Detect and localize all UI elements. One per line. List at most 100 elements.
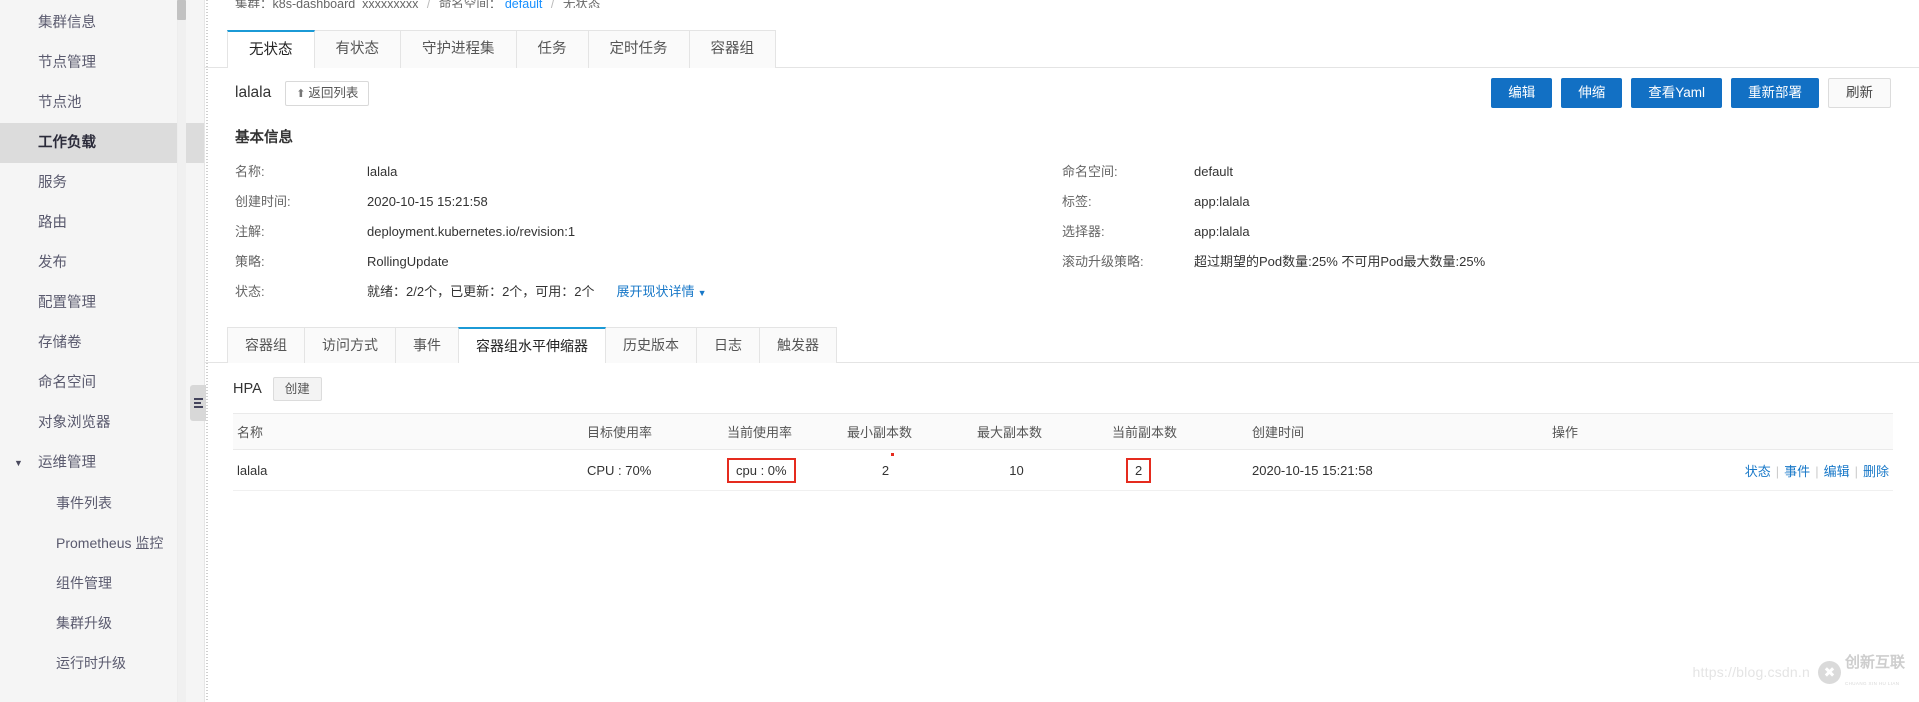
basic-info-left-label-1: 创建时间: — [235, 194, 291, 209]
tab-detail-3[interactable]: 容器组水平伸缩器 — [458, 327, 606, 363]
basic-info-right-value-2: app:lalala — [1194, 224, 1250, 240]
cell-create-time: 2020-10-15 15:21:58 — [1248, 449, 1548, 491]
tab-workload-type-5[interactable]: 容器组 — [688, 30, 776, 68]
detail-actions: 编辑 伸缩 查看Yaml 重新部署 刷新 — [1491, 78, 1891, 108]
column-header-current-usage[interactable]: 当前使用率 — [723, 413, 843, 450]
basic-info-left-row-2: 注解: deployment.kubernetes.io/revision:1 — [235, 224, 1062, 240]
basic-info-left-expand-link-4[interactable]: 展开现状详情 — [617, 284, 695, 299]
sidebar-item-label: 集群信息 — [38, 15, 96, 31]
sidebar-item-0[interactable]: 集群信息 — [0, 3, 204, 43]
breadcrumb-namespace-value[interactable]: default — [505, 0, 543, 8]
operation-link-2[interactable]: 编辑 — [1824, 464, 1850, 479]
sidebar-scrollbar-track[interactable] — [177, 0, 186, 702]
tab-detail-1[interactable]: 访问方式 — [304, 327, 396, 363]
operation-link-1[interactable]: 事件 — [1784, 464, 1810, 479]
breadcrumb-cluster[interactable]: 集群：k8s-dashboard_xxxxxxxxx — [235, 0, 418, 8]
action-button-3[interactable]: 重新部署 — [1731, 78, 1819, 108]
cell-current-replicas: 2 — [1108, 449, 1248, 491]
column-header-target-usage[interactable]: 目标使用率 — [583, 413, 723, 450]
create-hpa-button[interactable]: 创建 — [272, 377, 322, 401]
cell-max-replicas-text: 10 — [1009, 462, 1024, 478]
tab-detail-4[interactable]: 历史版本 — [605, 327, 697, 363]
sidebar-item-8[interactable]: 存储卷 — [0, 323, 204, 363]
sidebar-item-label: 事件列表 — [56, 495, 112, 511]
tab-detail-2[interactable]: 事件 — [395, 327, 459, 363]
sidebar-item-2[interactable]: 节点池 — [0, 83, 204, 123]
column-header-create-time[interactable]: 创建时间 — [1248, 413, 1548, 450]
basic-info-right-column: 命名空间: default 标签: app:lalala 选择器: app:lalala 滚… — [1062, 164, 1889, 315]
basic-info-right-row-3: 滚动升级策略: 超过期望的Pod数量:25% 不可用Pod最大数量:25% — [1062, 254, 1889, 270]
sidebar-item-7[interactable]: 配置管理 — [0, 283, 204, 323]
tab-workload-type-3[interactable]: 任务 — [515, 30, 589, 68]
sidebar-subitem-14[interactable]: 组件管理 — [0, 563, 204, 603]
operation-link-3[interactable]: 删除 — [1863, 464, 1889, 479]
basic-info-left-value-text-4: 就绪：2/2个，已更新：2个，可用：2个 — [367, 284, 595, 299]
tab-workload-type-4[interactable]: 定时任务 — [587, 30, 690, 68]
cell-operations: 状态 | 事件 | 编辑 | 删除 — [1548, 449, 1893, 491]
action-button-1[interactable]: 伸缩 — [1561, 78, 1623, 108]
operation-divider: | — [1854, 463, 1858, 479]
table-row[interactable]: lalala CPU : 70% cpu : 0% 2 10 2 2020-10-15 15… — [233, 449, 1893, 491]
breadcrumb-separator: / — [426, 0, 431, 8]
column-header-name[interactable]: 名称 — [233, 413, 583, 450]
action-button-0[interactable]: 编辑 — [1491, 78, 1553, 108]
back-to-list-button[interactable]: ⬆ 返回列表 — [285, 80, 370, 106]
chevron-down-icon[interactable]: ▼ — [698, 288, 707, 298]
tab-workload-type-1[interactable]: 有状态 — [313, 30, 401, 68]
basic-info-grid: 名称: lalala 创建时间: 2020-10-15 15:21:58 注解: depl… — [235, 164, 1889, 315]
sidebar-collapse-handle[interactable] — [190, 385, 206, 421]
sidebar-divider-dots — [206, 0, 208, 702]
basic-info-left-value-text-2: deployment.kubernetes.io/revision:1 — [367, 224, 576, 239]
sidebar-item-11[interactable]: ▼ 运维管理 — [0, 443, 204, 483]
sidebar-item-1[interactable]: 节点管理 — [0, 43, 204, 83]
basic-info-right-value-text-1: app:lalala — [1194, 194, 1250, 209]
cell-current-replicas-text: 2 — [1135, 462, 1143, 478]
sidebar-subitem-12[interactable]: 事件列表 — [0, 483, 204, 523]
sidebar-item-3[interactable]: 工作负载 — [0, 123, 204, 163]
basic-info-right-row-2: 选择器: app:lalala — [1062, 224, 1889, 240]
sidebar: 集群信息节点管理 节点池工作负载服务 路由 发布配置管理存储卷 命名空间 对象浏览器 ▼ 运维… — [0, 0, 205, 702]
breadcrumb-namespace-label: 命名空间： — [438, 0, 502, 8]
sidebar-item-6[interactable]: 发布 — [0, 243, 204, 283]
tab-detail-0[interactable]: 容器组 — [227, 327, 305, 363]
basic-info-left-value-0: lalala — [367, 164, 397, 180]
basic-info-right-value-text-0: default — [1194, 164, 1234, 179]
sidebar-subitem-16[interactable]: 运行时升级 — [0, 643, 204, 683]
tab-detail-5[interactable]: 日志 — [696, 327, 760, 363]
operation-link-0[interactable]: 状态 — [1745, 464, 1771, 479]
tab-workload-type-0[interactable]: 无状态 — [227, 30, 315, 68]
cell-name-text: lalala — [237, 462, 268, 478]
operation-divider: | — [1775, 463, 1780, 479]
column-header-max-replicas[interactable]: 最大副本数 — [973, 413, 1108, 450]
sidebar-scrollbar-thumb[interactable] — [177, 0, 186, 20]
basic-info-left-value-1: 2020-10-15 15:21:58 — [367, 194, 488, 210]
sidebar-item-label: 配置管理 — [38, 295, 96, 311]
basic-info-left-value-2: deployment.kubernetes.io/revision:1 — [367, 224, 575, 240]
sidebar-item-5[interactable]: 路由 — [0, 203, 204, 243]
sidebar-subitem-13[interactable]: Prometheus 监控 — [0, 523, 204, 563]
cell-current-usage-text: cpu : 0% — [736, 462, 787, 478]
column-header-min-replicas[interactable]: 最小副本数 — [843, 413, 973, 450]
tab-workload-type-2[interactable]: 守护进程集 — [400, 30, 517, 68]
operation-divider: | — [1815, 463, 1819, 479]
workload-type-tabs: 无状态 有状态 守护进程集 任务 定时任务 容器组 — [205, 24, 1919, 68]
annotation-box-cell-current-replicas: 2 — [1126, 457, 1152, 483]
sidebar-subitem-15[interactable]: 集群升级 — [0, 603, 204, 643]
sidebar-item-4[interactable]: 服务 — [0, 163, 204, 203]
basic-info-left-label-2: 注解: — [235, 224, 265, 239]
basic-info-right-value-text-3: 超过期望的Pod数量:25% 不可用Pod最大数量:25% — [1194, 254, 1486, 269]
watermark-logo: ✖ 创新互联 CHUANG XIN HU LIAN — [1815, 652, 1907, 692]
hpa-label: HPA — [233, 381, 262, 397]
action-button-4[interactable]: 刷新 — [1828, 78, 1891, 108]
breadcrumb-current: 无状态 — [562, 0, 601, 8]
hpa-table: 名称 目标使用率 当前使用率 最小副本数 最大副本数 当前副本数 创建时间 操作… — [233, 413, 1893, 491]
tab-detail-6[interactable]: 触发器 — [759, 327, 837, 363]
brand-mark-icon: ✖ — [1817, 660, 1841, 684]
sidebar-item-10[interactable]: 对象浏览器 — [0, 403, 204, 443]
action-button-2[interactable]: 查看Yaml — [1631, 78, 1722, 108]
sidebar-item-label: 工作负载 — [38, 135, 96, 151]
basic-info-right-value-1: app:lalala — [1194, 194, 1250, 210]
basic-info-title: 基本信息 — [235, 130, 293, 146]
column-header-current-replicas[interactable]: 当前副本数 — [1108, 413, 1248, 450]
sidebar-item-9[interactable]: 命名空间 — [0, 363, 204, 403]
